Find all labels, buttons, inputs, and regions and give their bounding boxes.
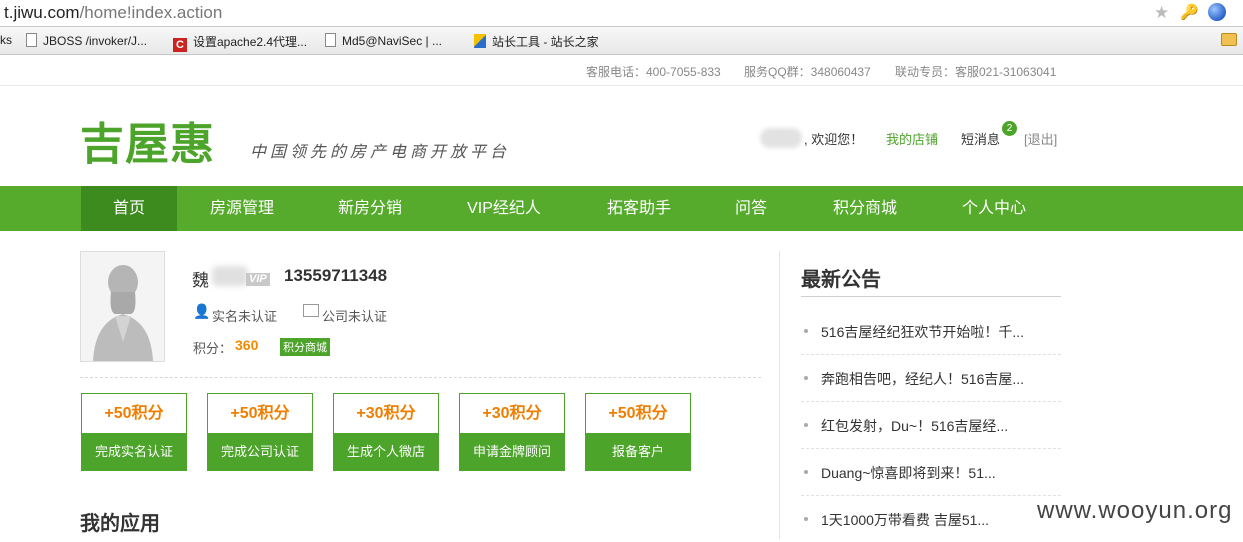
bookmark-item[interactable]: JBOSS /invoker/J...	[26, 33, 147, 48]
hotline-text: 客服电话：400-7055-833	[586, 65, 721, 79]
bookmark-star-icon[interactable]: ★	[1154, 3, 1169, 23]
bookmark-item[interactable]: ks	[0, 33, 12, 47]
username-blurred	[760, 128, 802, 148]
divider	[80, 377, 761, 378]
watermark: www.wooyun.org	[1037, 497, 1233, 524]
notices-heading: 最新公告	[801, 269, 881, 291]
globe-icon[interactable]	[1208, 3, 1226, 21]
nav-vip-agent[interactable]: VIP经纪人	[452, 186, 556, 231]
task-label: 申请金牌顾问	[460, 433, 564, 470]
task-points: +30积分	[460, 394, 564, 433]
main-nav: 首页 房源管理 新房分销 VIP经纪人 拓客助手 问答 积分商城 个人中心	[0, 186, 1243, 231]
notice-item[interactable]: 516吉屋经纪狂欢节开始啦！千...	[801, 308, 1061, 355]
page-icon	[26, 33, 37, 47]
nav-listings[interactable]: 房源管理	[190, 186, 294, 231]
bookmark-item[interactable]: 站长工具 - 站长之家	[474, 33, 599, 50]
task-points: +50积分	[208, 394, 312, 433]
bookmark-item[interactable]: Md5@NaviSec | ...	[325, 33, 442, 48]
folder-icon[interactable]	[1221, 33, 1237, 46]
my-apps-heading: 我的应用	[80, 513, 160, 535]
task-card[interactable]: +50积分 完成实名认证	[81, 393, 187, 471]
notice-item[interactable]: 1天1000万带看费 吉屋51...	[801, 496, 1061, 542]
task-card[interactable]: +50积分 完成公司认证	[207, 393, 313, 471]
person-silhouette-icon	[93, 265, 153, 361]
nav-home[interactable]: 首页	[81, 186, 177, 231]
nav-qa[interactable]: 问答	[711, 186, 791, 231]
task-label: 完成实名认证	[82, 433, 186, 470]
notice-item[interactable]: Duang~惊喜即将到来！51...	[801, 449, 1061, 496]
sidebar-divider	[779, 251, 780, 539]
points-value: 360	[235, 337, 259, 353]
logout-link[interactable]: [退出]	[1024, 129, 1057, 148]
notice-item[interactable]: 红包发射，Du~！516吉屋经...	[801, 402, 1061, 449]
notice-item[interactable]: 奔跑相告吧，经纪人！516吉屋...	[801, 355, 1061, 402]
nav-leads[interactable]: 拓客助手	[587, 186, 691, 231]
task-label: 生成个人微店	[334, 433, 438, 470]
task-points: +50积分	[586, 394, 690, 433]
nav-new-homes[interactable]: 新房分销	[318, 186, 422, 231]
bullet-icon	[804, 329, 808, 333]
message-count-badge: 2	[1002, 121, 1017, 136]
address-bar[interactable]: t.jiwu.com/home!index.action ★ 🔑	[0, 0, 1243, 27]
page-icon	[325, 33, 336, 47]
avatar[interactable]	[80, 251, 165, 362]
task-points: +50积分	[82, 394, 186, 433]
tool-site-icon	[474, 34, 486, 48]
bullet-icon	[804, 470, 808, 474]
my-store-link[interactable]: 我的店铺	[886, 129, 938, 148]
contact-text: 联动专员：客服021-31063041	[895, 65, 1057, 79]
person-icon: 👤	[193, 303, 211, 319]
company-card-icon	[303, 304, 319, 317]
company-status[interactable]: 公司未认证	[322, 306, 387, 325]
bookmarks-bar: ks JBOSS /invoker/J... C 设置apache2.4代理...…	[0, 27, 1243, 55]
qq-group-text: 服务QQ群：348060437	[744, 65, 871, 79]
bullet-icon	[804, 376, 808, 380]
nav-personal-center[interactable]: 个人中心	[942, 186, 1046, 231]
key-icon[interactable]: 🔑	[1180, 3, 1199, 21]
nav-points-mall[interactable]: 积分商城	[813, 186, 917, 231]
points-mall-button[interactable]: 积分商城	[280, 338, 330, 356]
profile-phone: 13559711348	[284, 266, 388, 285]
task-label: 完成公司认证	[208, 433, 312, 470]
task-label: 报备客户	[586, 433, 690, 470]
c-logo-icon: C	[173, 38, 187, 52]
url-text[interactable]: t.jiwu.com/home!index.action	[4, 3, 222, 23]
messages-link[interactable]: 短消息	[961, 129, 1000, 148]
vip-badge: VIP	[246, 273, 270, 286]
profile-name: 魏	[192, 271, 209, 290]
site-logo[interactable]: 吉屋惠	[80, 108, 215, 172]
points-label: 积分：	[193, 341, 233, 356]
bookmark-item[interactable]: C 设置apache2.4代理...	[173, 33, 307, 52]
top-info-bar: 客服电话：400-7055-833 服务QQ群：348060437 联动专员：客…	[0, 55, 1243, 86]
site-slogan: 中国领先的房产电商开放平台	[250, 142, 511, 161]
task-card[interactable]: +50积分 报备客户	[585, 393, 691, 471]
name-blurred	[212, 266, 248, 286]
task-points: +30积分	[334, 394, 438, 433]
task-card[interactable]: +30积分 申请金牌顾问	[459, 393, 565, 471]
task-card[interactable]: +30积分 生成个人微店	[333, 393, 439, 471]
bullet-icon	[804, 517, 808, 521]
bullet-icon	[804, 423, 808, 427]
realname-status[interactable]: 实名未认证	[212, 306, 277, 325]
notices-rule	[801, 296, 1061, 297]
welcome-text: , 欢迎您！	[804, 132, 864, 147]
